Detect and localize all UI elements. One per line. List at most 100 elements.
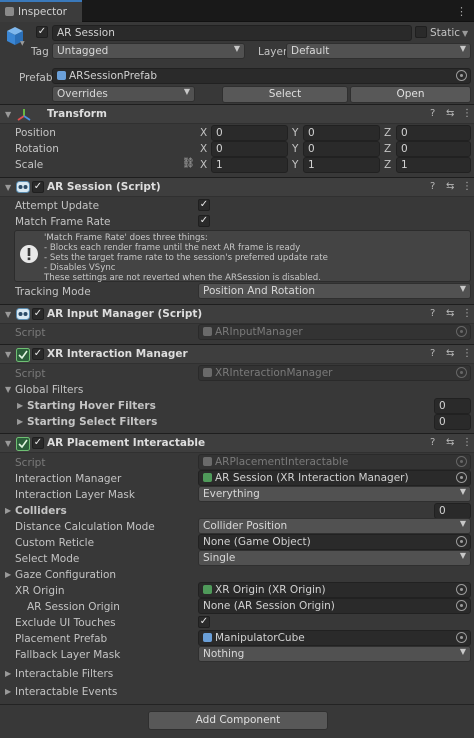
ar-input-manager-foldout-icon[interactable]: ▼ [5, 310, 11, 319]
rotation-y-field[interactable]: 0 [303, 141, 380, 157]
interactable-filters-foldout-icon[interactable]: ▶ [5, 669, 11, 678]
xr-interaction-manager-help-icon[interactable]: ? [430, 348, 435, 359]
ar-session-foldout-icon[interactable]: ▼ [5, 183, 11, 192]
ar-input-manager-header[interactable]: ▼ ✓ AR Input Manager (Script) ? ⇆ ⋮ [0, 304, 474, 324]
ar-placement-more-icon[interactable]: ⋮ [462, 437, 472, 448]
placement-prefab-field[interactable]: ManipulatorCube [198, 630, 471, 646]
position-x-field[interactable]: 0 [211, 125, 288, 141]
ar-session-enabled-checkbox[interactable]: ✓ [32, 181, 44, 193]
starting-select-foldout-icon[interactable]: ▶ [17, 417, 23, 426]
position-x-label[interactable]: X [200, 127, 207, 139]
starting-hover-label[interactable]: Starting Hover Filters [27, 400, 156, 412]
gaze-config-label[interactable]: Gaze Configuration [15, 569, 116, 581]
global-filters-label[interactable]: Global Filters [15, 384, 83, 396]
rotation-x-label[interactable]: X [200, 143, 207, 155]
transform-foldout-icon[interactable]: ▼ [5, 110, 11, 119]
add-component-button[interactable]: Add Component [148, 711, 328, 730]
tracking-mode-dropdown[interactable]: Position And Rotation ▼ [198, 283, 471, 299]
rotation-y-label[interactable]: Y [292, 143, 298, 155]
xr-interaction-manager-enabled-checkbox[interactable]: ✓ [32, 348, 44, 360]
gameobject-name-field[interactable]: AR Session [52, 25, 412, 41]
scale-x-label[interactable]: X [200, 159, 207, 171]
ar-input-manager-more-icon[interactable]: ⋮ [462, 308, 472, 319]
ar-session-header[interactable]: ▼ ✓ AR Session (Script) ? ⇆ ⋮ [0, 177, 474, 197]
ar-session-origin-picker-icon[interactable] [456, 600, 467, 611]
placement-prefab-picker-icon[interactable] [456, 632, 467, 643]
ar-input-manager-enabled-checkbox[interactable]: ✓ [32, 308, 44, 320]
transform-settings-icon[interactable]: ⇆ [446, 108, 454, 119]
interaction-layer-mask-dropdown[interactable]: Everything ▼ [198, 486, 471, 502]
tab-menu-icon[interactable]: ⋮ [456, 5, 468, 18]
scale-y-field[interactable]: 1 [303, 157, 380, 173]
interactable-events-label[interactable]: Interactable Events [15, 686, 117, 698]
layer-dropdown[interactable]: Default ▼ [286, 43, 471, 59]
colliders-foldout-icon[interactable]: ▶ [5, 506, 11, 515]
match-frame-rate-checkbox[interactable]: ✓ [198, 215, 210, 227]
xr-interaction-manager-settings-icon[interactable]: ⇆ [446, 348, 454, 359]
interactable-events-foldout-icon[interactable]: ▶ [5, 687, 11, 696]
xr-origin-picker-icon[interactable] [456, 584, 467, 595]
xr-interaction-manager-foldout-icon[interactable]: ▼ [5, 350, 11, 359]
gameobject-active-checkbox[interactable]: ✓ [36, 26, 48, 38]
scale-y-label[interactable]: Y [292, 159, 298, 171]
xr-origin-field[interactable]: XR Origin (XR Origin) [198, 582, 471, 598]
position-z-field[interactable]: 0 [396, 125, 471, 141]
ar-placement-script-picker-icon [456, 456, 467, 467]
ar-placement-help-icon[interactable]: ? [430, 437, 435, 448]
transform-more-icon[interactable]: ⋮ [462, 108, 472, 119]
ar-input-manager-settings-icon[interactable]: ⇆ [446, 308, 454, 319]
tag-dropdown[interactable]: Untagged ▼ [52, 43, 245, 59]
select-mode-dropdown[interactable]: Single ▼ [198, 550, 471, 566]
distance-calc-dropdown[interactable]: Collider Position ▼ [198, 518, 471, 534]
inspector-tab[interactable]: Inspector [0, 0, 82, 22]
ar-placement-header[interactable]: ▼ ✓ AR Placement Interactable ? ⇆ ⋮ [0, 433, 474, 453]
starting-select-label[interactable]: Starting Select Filters [27, 416, 157, 428]
prefab-select-button[interactable]: Select [222, 86, 348, 103]
starting-hover-size-field[interactable]: 0 [434, 398, 471, 414]
ar-input-manager-help-icon[interactable]: ? [430, 308, 435, 319]
custom-reticle-picker-icon[interactable] [456, 536, 467, 547]
overrides-dropdown[interactable]: Overrides ▼ [52, 86, 195, 102]
fallback-layer-dropdown[interactable]: Nothing ▼ [198, 646, 471, 662]
rotation-x-field[interactable]: 0 [211, 141, 288, 157]
info-line: - Sets the target frame rate to the sess… [44, 253, 328, 263]
exclude-ui-checkbox[interactable]: ✓ [198, 616, 210, 628]
global-filters-foldout-icon[interactable]: ▼ [5, 385, 11, 394]
ar-placement-enabled-checkbox[interactable]: ✓ [32, 437, 44, 449]
interaction-manager-picker-icon[interactable] [456, 472, 467, 483]
prefab-picker-icon[interactable] [456, 70, 467, 81]
colliders-size-field[interactable]: 0 [434, 503, 471, 519]
scale-z-field[interactable]: 1 [396, 157, 471, 173]
ar-session-origin-field[interactable]: None (AR Session Origin) [198, 598, 471, 614]
static-dropdown-icon[interactable]: ▼ [462, 29, 468, 38]
prefab-open-button[interactable]: Open [350, 86, 471, 103]
custom-reticle-field[interactable]: None (Game Object) [198, 534, 471, 550]
xr-interaction-manager-more-icon[interactable]: ⋮ [462, 348, 472, 359]
position-z-label[interactable]: Z [384, 127, 391, 139]
starting-select-size-field[interactable]: 0 [434, 414, 471, 430]
colliders-label[interactable]: Colliders [15, 505, 67, 517]
gaze-config-foldout-icon[interactable]: ▶ [5, 570, 11, 579]
scale-link-icon[interactable]: ⛓ [182, 158, 195, 169]
rotation-z-field[interactable]: 0 [396, 141, 471, 157]
xr-interaction-manager-header[interactable]: ▼ ✓ XR Interaction Manager ? ⇆ ⋮ [0, 344, 474, 364]
transform-header[interactable]: ▼ Transform ? ⇆ ⋮ [0, 104, 474, 124]
ar-placement-foldout-icon[interactable]: ▼ [5, 439, 11, 448]
ar-placement-settings-icon[interactable]: ⇆ [446, 437, 454, 448]
position-y-label[interactable]: Y [292, 127, 298, 139]
ar-session-help-icon[interactable]: ? [430, 181, 435, 192]
attempt-update-checkbox[interactable]: ✓ [198, 199, 210, 211]
gameobject-icon-dropdown-icon[interactable]: ▼ [20, 40, 25, 47]
scale-z-label[interactable]: Z [384, 159, 391, 171]
ar-session-more-icon[interactable]: ⋮ [462, 181, 472, 192]
static-checkbox[interactable] [415, 26, 427, 38]
prefab-field[interactable]: ARSessionPrefab [52, 68, 471, 84]
interactable-filters-label[interactable]: Interactable Filters [15, 668, 113, 680]
position-y-field[interactable]: 0 [303, 125, 380, 141]
scale-x-field[interactable]: 1 [211, 157, 288, 173]
interaction-manager-field[interactable]: AR Session (XR Interaction Manager) [198, 470, 471, 486]
transform-help-icon[interactable]: ? [430, 108, 435, 119]
ar-session-settings-icon[interactable]: ⇆ [446, 181, 454, 192]
starting-hover-foldout-icon[interactable]: ▶ [17, 401, 23, 410]
rotation-z-label[interactable]: Z [384, 143, 391, 155]
